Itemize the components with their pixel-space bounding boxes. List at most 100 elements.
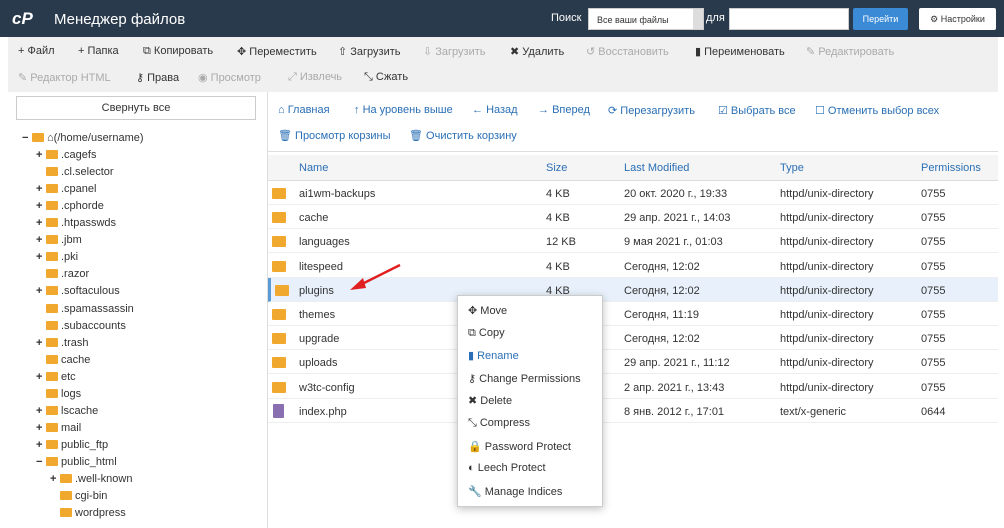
- folder-icon: [46, 320, 58, 330]
- table-row[interactable]: upgrade4 KBСегодня, 12:02httpd/unix-dire…: [268, 326, 998, 351]
- nav-button[interactable]: 🗑 Очистить корзину: [409, 129, 517, 142]
- toolbar-button: ⇩ Загрузить: [423, 45, 486, 58]
- name-cell: ai1wm-backups: [299, 188, 376, 200]
- folder-icon: [46, 252, 58, 262]
- nav-button[interactable]: ← Назад: [472, 104, 518, 116]
- toolbar-button[interactable]: + Файл: [18, 45, 55, 57]
- table-row[interactable]: themes4 KBСегодня, 11:19httpd/unix-direc…: [268, 302, 998, 326]
- tree-item-label: .spamassassin: [61, 302, 134, 315]
- expand-icon[interactable]: +: [50, 471, 60, 487]
- context-menu-item[interactable]: ▮ Rename: [468, 349, 519, 362]
- context-menu-item[interactable]: ⧉ Copy: [468, 327, 505, 340]
- toolbar-button[interactable]: ✖ Удалить: [510, 45, 564, 58]
- tree-item[interactable]: + .softaculous: [36, 283, 120, 299]
- tree-item[interactable]: .razor: [46, 266, 89, 282]
- tree-item[interactable]: + mail: [36, 420, 81, 436]
- collapse-icon[interactable]: −: [22, 130, 32, 146]
- toolbar-button[interactable]: + Папка: [78, 45, 119, 57]
- nav-button[interactable]: ↑ На уровень выше: [354, 104, 453, 116]
- toolbar-button[interactable]: ⚷ Права: [136, 71, 179, 84]
- tree-item[interactable]: + .cpanel: [36, 181, 96, 197]
- nav-button[interactable]: ☑ Выбрать все: [718, 104, 796, 117]
- tree-item[interactable]: .cl.selector: [46, 164, 114, 180]
- tree-item[interactable]: logs: [46, 386, 81, 402]
- table-row[interactable]: w3tc-config4 KB2 апр. 2021 г., 13:43http…: [268, 375, 998, 399]
- expand-icon[interactable]: +: [36, 181, 46, 197]
- expand-icon[interactable]: +: [36, 249, 46, 265]
- tree-item[interactable]: .spamassassin: [46, 301, 134, 317]
- column-header[interactable]: Size: [546, 162, 567, 174]
- context-menu-item[interactable]: 🔧 Manage Indices: [468, 485, 562, 498]
- tree-item[interactable]: + lscache: [36, 403, 98, 419]
- context-menu-item[interactable]: 🔒 Password Protect: [468, 440, 571, 453]
- table-row[interactable]: index.php418 bytes8 янв. 2012 г., 17:01t…: [268, 399, 998, 423]
- context-menu-item[interactable]: ⚷ Change Permissions: [468, 372, 581, 385]
- tree-item[interactable]: + public_ftp: [36, 437, 108, 453]
- search-input[interactable]: [729, 8, 849, 30]
- tree-item[interactable]: .subaccounts: [46, 318, 126, 334]
- tree-item[interactable]: + etc: [36, 369, 76, 385]
- context-menu-item[interactable]: ⤡ Compress: [468, 417, 530, 430]
- tree-item[interactable]: + .well-known: [50, 471, 132, 487]
- size-cell: 12 KB: [546, 236, 576, 249]
- menu-label: Rename: [477, 350, 519, 363]
- nav-button[interactable]: ☐ Отменить выбор всех: [815, 104, 939, 117]
- permissions-cell: 0755: [921, 284, 946, 297]
- tree-item[interactable]: + .htpasswds: [36, 215, 116, 231]
- table-row[interactable]: cache 4 KB 29 апр. 2021 г., 14:03 httpd/uni…: [268, 205, 998, 230]
- tree-item[interactable]: cgi-bin: [60, 488, 107, 504]
- expand-icon[interactable]: +: [36, 369, 46, 385]
- tree-item[interactable]: + .cagefs: [36, 147, 96, 163]
- toolbar-button[interactable]: ▮ Переименовать: [695, 45, 785, 58]
- tree-item[interactable]: − public_html: [36, 454, 117, 470]
- table-row[interactable]: languages 12 KB 9 мая 2021 г., 01:03 httpd/…: [268, 229, 998, 254]
- column-header[interactable]: Name: [299, 162, 328, 174]
- expand-icon[interactable]: +: [36, 403, 46, 419]
- table-row[interactable]: ai1wm-backups 4 KB 20 окт. 2020 г., 19:33 h…: [268, 181, 998, 205]
- tree-item[interactable]: + .cphorde: [36, 198, 104, 214]
- toolbar-button[interactable]: ⧉ Копировать: [143, 45, 213, 58]
- toolbar-label: Переместить: [249, 46, 317, 58]
- nav-button[interactable]: ⌂ Главная: [278, 104, 330, 116]
- type-cell: httpd/unix-directory: [780, 236, 874, 249]
- context-menu-item[interactable]: ✖ Delete: [468, 394, 512, 407]
- tree-item[interactable]: cache: [46, 352, 90, 368]
- table-row[interactable]: uploads4 KB29 апр. 2021 г., 11:12httpd/u…: [268, 350, 998, 375]
- type-cell: httpd/unix-directory: [780, 188, 874, 200]
- expand-icon[interactable]: +: [36, 198, 46, 214]
- folder-icon: [46, 388, 58, 398]
- nav-button[interactable]: ⟳ Перезагрузить: [608, 104, 695, 117]
- toolbar-button[interactable]: ✥ Переместить: [237, 45, 317, 58]
- name-cell: w3tc-config: [299, 381, 355, 394]
- folder-icon: [46, 235, 58, 245]
- context-menu-item[interactable]: ◐ Leech Protect: [468, 462, 546, 474]
- context-menu-item[interactable]: ✥ Move: [468, 304, 507, 317]
- tree-item[interactable]: + .trash: [36, 335, 89, 351]
- tree-item-label: .cl.selector: [61, 166, 114, 179]
- expand-icon[interactable]: +: [36, 147, 46, 163]
- tree-item[interactable]: + .pki: [36, 249, 78, 265]
- expand-icon[interactable]: +: [36, 437, 46, 453]
- expand-icon[interactable]: +: [36, 420, 46, 436]
- tree-item[interactable]: + .jbm: [36, 232, 82, 248]
- go-button[interactable]: Перейти: [853, 8, 908, 30]
- tree-item[interactable]: wordpress: [60, 505, 126, 521]
- collapse-all-button[interactable]: Свернуть все: [16, 96, 256, 120]
- tree-item-label: wordpress: [75, 507, 126, 520]
- column-header[interactable]: Type: [780, 162, 804, 174]
- expand-icon[interactable]: +: [36, 283, 46, 299]
- search-scope-select[interactable]: Все ваши файлы: [588, 8, 704, 30]
- type-cell: httpd/unix-directory: [780, 381, 874, 394]
- toolbar-button[interactable]: ⇧ Загрузить: [338, 45, 401, 58]
- expand-icon[interactable]: +: [36, 232, 46, 248]
- expand-icon[interactable]: +: [36, 335, 46, 351]
- column-header[interactable]: Last Modified: [624, 162, 689, 174]
- nav-button[interactable]: 🗑 Просмотр корзины: [278, 129, 391, 142]
- expand-icon[interactable]: +: [36, 215, 46, 231]
- nav-button[interactable]: → Вперед: [538, 104, 590, 116]
- toolbar-button[interactable]: ⤡ Сжать: [364, 71, 408, 84]
- tree-item[interactable]: − ⌂(/home/username): [22, 130, 144, 146]
- settings-button[interactable]: ⚙ Настройки: [919, 8, 996, 30]
- column-header[interactable]: Permissions: [921, 162, 981, 174]
- collapse-icon[interactable]: −: [36, 454, 46, 470]
